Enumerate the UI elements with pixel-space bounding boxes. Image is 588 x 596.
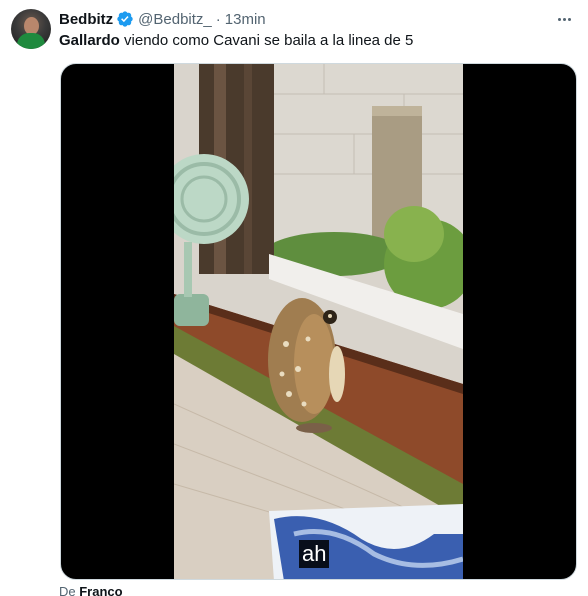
credit-prefix: De: [59, 584, 80, 596]
video-player[interactable]: ah: [60, 63, 577, 580]
tweet-text: Gallardo viendo como Cavani se baila a l…: [59, 31, 413, 50]
tweet[interactable]: Bedbitz @Bedbitz_ · 13min Gallardo viend…: [0, 0, 588, 596]
tweet-header: Bedbitz @Bedbitz_ · 13min: [59, 9, 266, 29]
timestamp[interactable]: 13min: [225, 11, 266, 28]
avatar-shirt: [17, 33, 45, 49]
separator-dot: ·: [215, 10, 221, 28]
more-dot: [557, 17, 561, 21]
video-still-image: [174, 64, 463, 579]
video-subtitle: ah: [299, 540, 330, 568]
video-frame[interactable]: [174, 64, 463, 579]
verified-badge-icon[interactable]: [116, 10, 134, 28]
more-dot: [562, 17, 566, 21]
more-horizontal-icon[interactable]: [554, 9, 574, 29]
author-name[interactable]: Bedbitz: [59, 11, 113, 28]
tweet-text-bold: Gallardo: [59, 32, 120, 49]
author-handle[interactable]: @Bedbitz_: [138, 11, 212, 28]
tweet-text-rest: viendo como Cavani se baila a la linea d…: [119, 32, 414, 49]
media-credit: De Franco: [59, 584, 123, 596]
more-dot: [567, 17, 571, 21]
avatar[interactable]: [11, 9, 51, 49]
credit-name[interactable]: Franco: [79, 584, 122, 596]
